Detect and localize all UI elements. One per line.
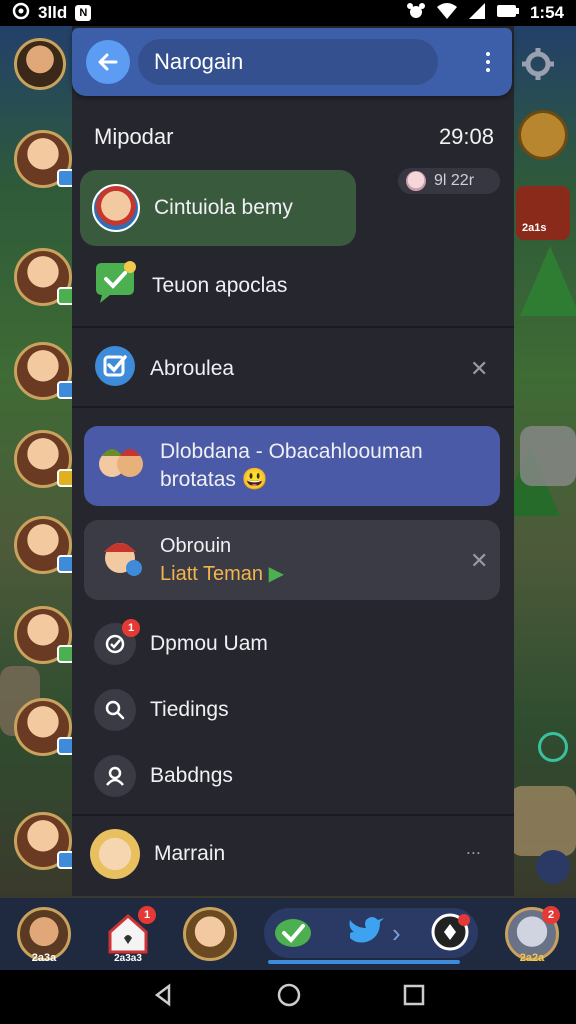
rail-avatar[interactable] [14,606,75,664]
highlight-subtitle: brotatas [160,468,236,491]
characters-icon [96,438,146,494]
timestamp-pill: 9l 22r [398,168,500,194]
tab-label: 2a3a [31,952,57,964]
invite-title: Obrouin [160,535,232,557]
scroll-down-icon[interactable] [536,850,570,884]
checkbox-icon [94,345,136,393]
rail-avatar[interactable] [14,516,75,574]
search-icon [94,689,136,731]
bottom-tab-bar: 2a3a 1 2a3a3 › 2 2a2a [0,898,576,970]
notification-icon: N [75,5,92,21]
menu-item[interactable]: 1 Dpmou Uam [94,619,268,666]
section-time: 29:08 [438,124,494,149]
right-rail-label: 2a1s [522,222,547,234]
tab-profile-alt[interactable]: 2 2a2a [504,906,560,964]
more-dots-icon[interactable]: ∙∙∙ [466,842,481,863]
system-nav-bar [0,970,576,1024]
rail-avatar[interactable] [14,812,75,870]
notification-badge: 1 [122,619,140,637]
signal-icon [468,2,486,25]
divider [72,326,514,328]
tab-label: 2a2a [519,952,545,964]
home-nav-button[interactable] [276,982,302,1013]
emoji-icon: 😃 [241,468,268,491]
close-icon[interactable]: ✕ [470,548,488,574]
wifi-icon [436,2,458,25]
hero-avatar-icon [96,532,146,588]
back-nav-button[interactable] [151,983,175,1012]
header-title: Narogain [138,39,438,85]
notice-label: Abroulea [150,357,235,380]
menu-item[interactable]: Babdngs [94,754,233,798]
alarm-icon [406,2,426,25]
menu-item[interactable]: Tiedings [94,688,229,732]
profile-label: Marrain [154,842,226,865]
chat-item[interactable]: Cintuiola bemy [80,170,356,246]
avatar [183,907,237,961]
tab-label: 2a3a3 [114,953,142,964]
chat-item-label: Cintuiola bemy [154,196,293,219]
left-rail [0,26,76,898]
notification-badge: 1 [138,906,156,924]
social-tabs-pill: › [264,908,478,964]
gem-icon[interactable] [430,912,470,957]
rail-avatar[interactable] [14,130,75,188]
section-header: Mipodar 29:08 [94,124,494,150]
tab-profile[interactable]: 2a3a [16,906,72,964]
notice-item[interactable]: Abroulea [94,346,234,392]
chat-item-label: Teuon apoclas [152,274,288,297]
highlight-card[interactable]: Dlobdana - Obacahloouman brotatas 😃 [84,426,500,506]
settings-gear-icon[interactable] [516,42,560,86]
profile-avatar [90,829,140,879]
rail-avatar[interactable] [14,342,75,400]
arrow-left-icon [98,53,118,71]
battery-icon [496,3,520,24]
chevron-right-icon: › [392,918,401,948]
clock: 1:54 [529,3,564,22]
tab-home[interactable]: 1 2a3a3 [100,906,156,964]
avatar [92,184,140,232]
chat-item[interactable]: Teuon apoclas [92,258,287,314]
recents-nav-button[interactable] [403,984,425,1011]
close-icon[interactable]: ✕ [470,356,488,382]
status-left-text: 3lld [38,3,68,22]
menu-item-label: Babdngs [150,764,233,787]
coin-icon[interactable] [518,110,568,160]
menu-item-label: Dpmou Uam [150,632,268,655]
profile-item[interactable]: Marrain [90,826,225,882]
player-avatar[interactable] [14,38,66,90]
divider [72,406,514,408]
mini-avatar-icon [406,171,426,191]
more-options-icon[interactable] [478,52,498,72]
timestamp-text: 9l 22r [434,172,475,189]
right-rail: 2a1s [512,26,576,898]
bird-icon[interactable] [346,914,386,955]
back-button[interactable] [86,40,130,84]
section-title: Mipodar [94,124,174,149]
rail-avatar[interactable] [14,698,75,756]
check-bubble-icon [92,261,138,311]
play-icon: ▶ [268,563,284,585]
highlight-title: Dlobdana - Obacahloouman [160,440,423,463]
refresh-icon[interactable] [538,732,568,762]
notification-badge: 2 [542,906,560,924]
menu-item-label: Tiedings [150,698,229,721]
rail-avatar[interactable] [14,430,75,488]
divider [72,814,514,816]
tab-character[interactable] [182,906,238,962]
drawer-header: Narogain [72,28,512,96]
status-bar: 3lld N 1:54 [0,0,576,26]
active-tab-indicator [268,960,460,964]
app-indicator-icon [12,2,30,25]
invite-card[interactable]: Obrouin Liatt Teman ▶ [84,520,500,600]
user-icon [94,755,136,797]
check-circle-icon: 1 [94,619,140,665]
check-tab-icon[interactable] [272,912,314,959]
invite-subtitle: Liatt Teman [160,563,264,585]
rail-avatar[interactable] [14,248,75,306]
